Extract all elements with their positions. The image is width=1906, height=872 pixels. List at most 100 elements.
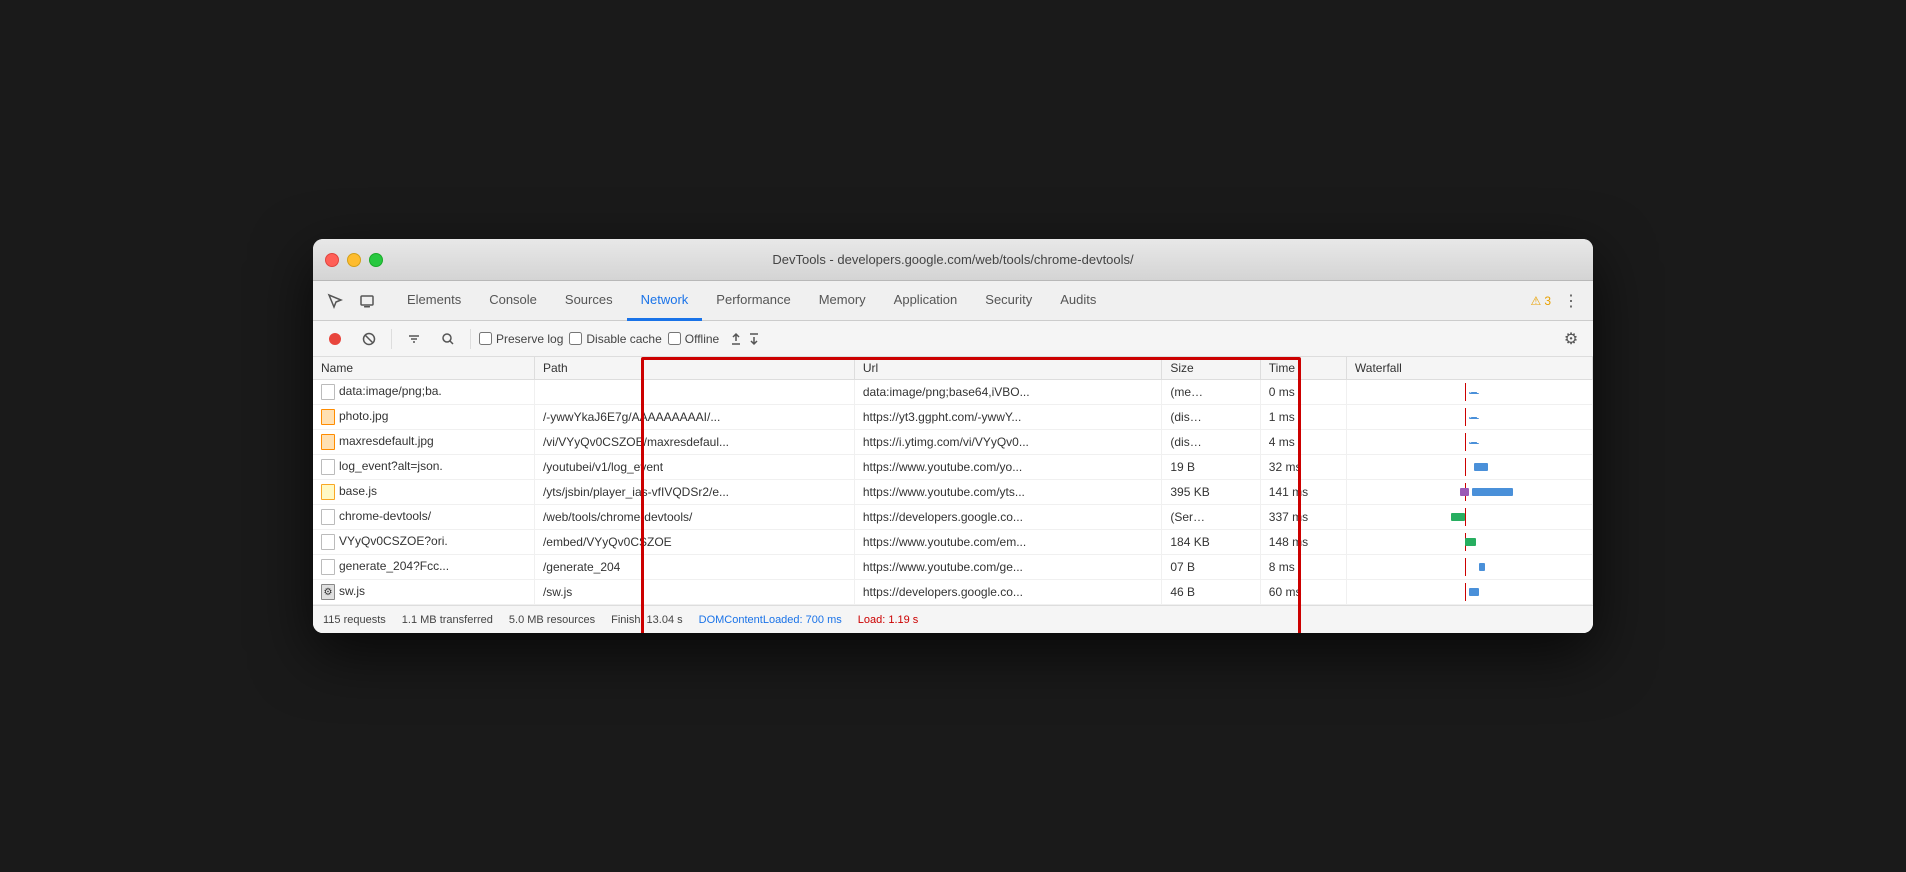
cell-waterfall [1346, 580, 1592, 605]
cell-path: /embed/VYyQv0CSZOE [534, 530, 854, 555]
tab-console[interactable]: Console [475, 281, 551, 321]
table-row[interactable]: ⚙sw.js/sw.jshttps://developers.google.co… [313, 580, 1593, 605]
cell-url: https://i.ytimg.com/vi/VYyQv0... [854, 430, 1162, 455]
table-row[interactable]: maxresdefault.jpg/vi/VYyQv0CSZOE/maxresd… [313, 430, 1593, 455]
tab-security[interactable]: Security [971, 281, 1046, 321]
gear-file-icon: ⚙ [321, 584, 335, 600]
cell-path: /yts/jsbin/player_ias-vfIVQDSr2/e... [534, 480, 854, 505]
warning-count: 3 [1544, 294, 1551, 308]
file-icon [321, 459, 335, 475]
waterfall-bar [1469, 417, 1478, 419]
cell-waterfall [1346, 555, 1592, 580]
cell-size: 184 KB [1162, 530, 1260, 555]
cell-url: https://yt3.ggpht.com/-ywwY... [854, 405, 1162, 430]
cell-waterfall [1346, 530, 1592, 555]
preserve-log-checkbox[interactable]: Preserve log [479, 332, 563, 346]
settings-button[interactable]: ⚙ [1557, 325, 1585, 353]
requests-count: 115 requests [323, 614, 386, 626]
table-row[interactable]: log_event?alt=json./youtubei/v1/log_even… [313, 455, 1593, 480]
cell-time: 148 ms [1260, 530, 1346, 555]
waterfall-bar [1469, 442, 1478, 444]
cell-size: 395 KB [1162, 480, 1260, 505]
waterfall-line [1465, 508, 1466, 526]
clear-button[interactable] [355, 325, 383, 353]
offline-checkbox[interactable]: Offline [668, 332, 719, 346]
cell-time: 141 ms [1260, 480, 1346, 505]
search-button[interactable] [434, 325, 462, 353]
domcontent-time: DOMContentLoaded: 700 ms [699, 614, 842, 626]
table-row[interactable]: generate_204?Fcc.../generate_204https://… [313, 555, 1593, 580]
waterfall-line [1465, 433, 1466, 451]
cell-name: data:image/png;ba. [313, 380, 534, 405]
cell-size: (dis… [1162, 430, 1260, 455]
title-bar: DevTools - developers.google.com/web/too… [313, 239, 1593, 281]
network-table-wrap[interactable]: Name Path Url Size Time Waterfall data:i… [313, 357, 1593, 605]
cell-time: 8 ms [1260, 555, 1346, 580]
waterfall-bar [1460, 488, 1469, 496]
col-header-name[interactable]: Name [313, 357, 534, 380]
cell-waterfall [1346, 505, 1592, 530]
waterfall-bar [1474, 463, 1488, 471]
tab-network[interactable]: Network [627, 281, 703, 321]
tab-memory[interactable]: Memory [805, 281, 880, 321]
cell-path: /web/tools/chrome-devtools/ [534, 505, 854, 530]
col-header-url[interactable]: Url [854, 357, 1162, 380]
cell-name: ⚙sw.js [313, 580, 534, 605]
device-toolbar-button[interactable] [353, 287, 381, 315]
network-toolbar: Preserve log Disable cache Offline [313, 321, 1593, 357]
file-icon [321, 409, 335, 425]
upload-icon [729, 332, 743, 346]
cell-url: https://developers.google.co... [854, 505, 1162, 530]
cell-url: https://www.youtube.com/yo... [854, 455, 1162, 480]
table-row[interactable]: data:image/png;ba.data:image/png;base64,… [313, 380, 1593, 405]
load-time: Load: 1.19 s [858, 614, 919, 626]
cell-path [534, 380, 854, 405]
more-options-button[interactable]: ⋮ [1557, 287, 1585, 315]
cell-size: (Ser… [1162, 505, 1260, 530]
minimize-button[interactable] [347, 253, 361, 267]
waterfall-bar [1469, 588, 1478, 596]
table-row[interactable]: photo.jpg/-ywwYkaJ6E7g/AAAAAAAAAI/...htt… [313, 405, 1593, 430]
maximize-button[interactable] [369, 253, 383, 267]
table-row[interactable]: base.js/yts/jsbin/player_ias-vfIVQDSr2/e… [313, 480, 1593, 505]
table-row[interactable]: VYyQv0CSZOE?ori./embed/VYyQv0CSZOEhttps:… [313, 530, 1593, 555]
cell-time: 4 ms [1260, 430, 1346, 455]
filter-button[interactable] [400, 325, 428, 353]
tab-application[interactable]: Application [880, 281, 972, 321]
record-button[interactable] [321, 325, 349, 353]
col-header-path[interactable]: Path [534, 357, 854, 380]
cell-size: 07 B [1162, 555, 1260, 580]
col-header-time[interactable]: Time [1260, 357, 1346, 380]
waterfall-line [1465, 408, 1466, 426]
cell-time: 337 ms [1260, 505, 1346, 530]
traffic-lights [325, 253, 383, 267]
cell-path: /youtubei/v1/log_event [534, 455, 854, 480]
cell-path: /-ywwYkaJ6E7g/AAAAAAAAAI/... [534, 405, 854, 430]
cell-time: 60 ms [1260, 580, 1346, 605]
warning-badge: ⚠ 3 [1531, 294, 1551, 308]
table-row[interactable]: chrome-devtools//web/tools/chrome-devtoo… [313, 505, 1593, 530]
tab-audits[interactable]: Audits [1046, 281, 1110, 321]
tab-performance[interactable]: Performance [702, 281, 804, 321]
disable-cache-checkbox[interactable]: Disable cache [569, 332, 661, 346]
tab-sources[interactable]: Sources [551, 281, 627, 321]
cell-path: /vi/VYyQv0CSZOE/maxresdefaul... [534, 430, 854, 455]
cell-name: VYyQv0CSZOE?ori. [313, 530, 534, 555]
cell-time: 0 ms [1260, 380, 1346, 405]
close-button[interactable] [325, 253, 339, 267]
file-icon [321, 484, 335, 500]
throttle-controls [729, 332, 761, 346]
tab-elements[interactable]: Elements [393, 281, 475, 321]
cell-time: 32 ms [1260, 455, 1346, 480]
inspect-element-button[interactable] [321, 287, 349, 315]
col-header-waterfall[interactable]: Waterfall [1346, 357, 1592, 380]
waterfall-bar [1465, 538, 1476, 546]
cell-name: chrome-devtools/ [313, 505, 534, 530]
cell-name: log_event?alt=json. [313, 455, 534, 480]
waterfall-line [1465, 383, 1466, 401]
finish-time: Finish: 13.04 s [611, 614, 683, 626]
cell-path: /sw.js [534, 580, 854, 605]
cell-size: 19 B [1162, 455, 1260, 480]
status-bar: 115 requests 1.1 MB transferred 5.0 MB r… [313, 605, 1593, 633]
col-header-size[interactable]: Size [1162, 357, 1260, 380]
